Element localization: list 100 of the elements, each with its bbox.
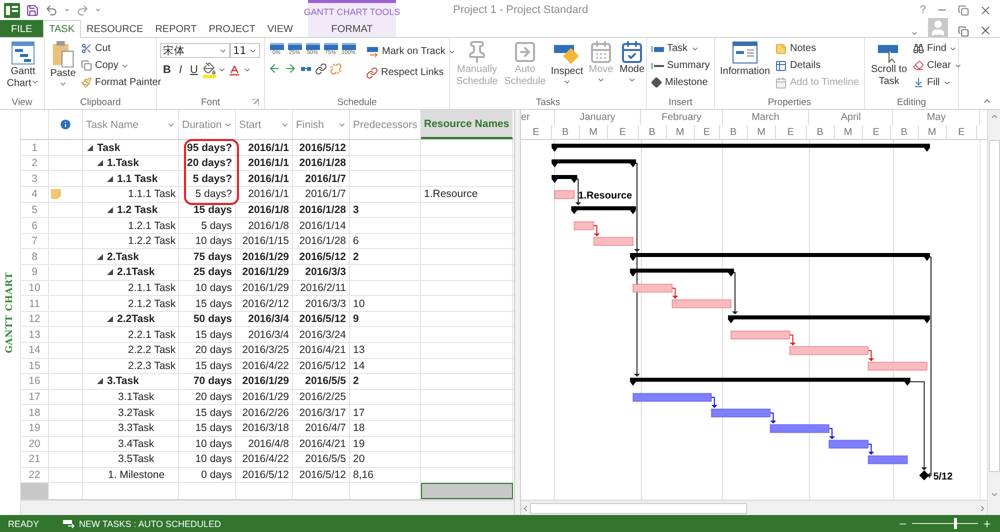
ribbon-tab[interactable]: TASK xyxy=(43,20,81,38)
duration-cell: 20 days xyxy=(194,391,233,404)
mode-button[interactable]: Mode xyxy=(617,40,647,84)
period-label: M xyxy=(589,126,598,138)
predecessors-cell: 18 xyxy=(352,422,366,434)
copy-icon xyxy=(81,60,92,71)
help-button[interactable]: ? xyxy=(920,4,926,16)
copy-button[interactable]: Copy xyxy=(80,57,162,74)
task-row[interactable]: 5 1.2 Task 15 days 2016/1/8 2016/1/28 3 xyxy=(21,202,514,218)
inspect-button[interactable]: Inspect xyxy=(549,40,585,86)
fill-color-icon[interactable] xyxy=(202,62,216,78)
restore-icon[interactable] xyxy=(958,26,969,37)
outline-toggle-icon[interactable] xyxy=(107,316,113,322)
link-icon[interactable] xyxy=(315,62,327,74)
undo-icon[interactable] xyxy=(45,4,58,16)
information-button[interactable]: Information xyxy=(718,40,772,78)
outline-toggle-icon[interactable] xyxy=(107,269,113,276)
ribbon-tab[interactable]: FILE xyxy=(0,20,44,37)
ribbon-tab[interactable]: VIEW xyxy=(261,20,299,37)
outdent-icon[interactable] xyxy=(268,62,281,75)
task-row[interactable]: 2 1.Task 20 days? 2016/1/1 2016/1/28 xyxy=(21,156,514,172)
task-row[interactable]: 20 3.4Task 10 days 2016/4/8 2016/4/21 19 xyxy=(21,436,514,452)
predecessors-cell: 17 xyxy=(352,406,366,419)
find-button[interactable]: Find xyxy=(912,40,963,57)
task-name: 1.2.1 Task xyxy=(127,220,177,232)
finish-cell: 2016/3/17 xyxy=(298,406,347,419)
cut-button[interactable]: Cut xyxy=(80,40,162,57)
close-icon[interactable] xyxy=(979,24,992,37)
zoom-in-icon[interactable] xyxy=(982,518,992,528)
scroll-left-icon[interactable] xyxy=(521,504,530,512)
task-name: 2.1.2 Task xyxy=(127,298,177,310)
font-size-field[interactable]: 11 xyxy=(230,43,260,58)
indent-icon[interactable] xyxy=(284,62,297,75)
save-icon[interactable] xyxy=(26,4,39,16)
outline-toggle-icon[interactable] xyxy=(87,144,93,151)
dialog-launcher-icon[interactable] xyxy=(252,98,259,106)
gantt-chart-button[interactable]: Gantt Chart xyxy=(3,40,43,90)
scroll-up-icon[interactable] xyxy=(990,112,998,121)
task-row[interactable]: 21 3.5Task 10 days 2016/4/22 2016/5/5 20 xyxy=(21,452,514,468)
close-icon[interactable] xyxy=(979,4,992,16)
details-button[interactable]: Details xyxy=(774,57,860,74)
task-row[interactable]: 13 2.2.1 Task 15 days 2016/3/4 2016/3/24 xyxy=(21,327,514,343)
font-color-icon[interactable] xyxy=(228,64,241,76)
outline-toggle-icon[interactable] xyxy=(107,206,113,213)
task-row[interactable]: 18 3.2Task 15 days 2016/2/26 2016/3/17 17 xyxy=(21,405,514,421)
task-row[interactable]: 9 2.1Task 25 days 2016/1/29 2016/3/3 xyxy=(21,265,514,281)
task-row[interactable]: 4 1.1.1 Task 5 days? 2016/1/1 2016/1/7 1.Resource xyxy=(21,187,514,203)
ribbon-tab[interactable]: RESOURCE xyxy=(80,20,150,37)
scroll-down-icon[interactable] xyxy=(990,490,998,499)
task-row[interactable]: 11 2.1.2 Task 15 days 2016/2/12 2016/3/3 10 xyxy=(21,296,514,312)
italic-button[interactable]: I xyxy=(176,64,186,76)
redo-icon[interactable] xyxy=(76,4,89,16)
insert-task-button[interactable]: Task xyxy=(650,40,711,57)
outline-toggle-icon[interactable] xyxy=(97,378,103,384)
task-row[interactable]: 16 3.Task 70 days 2016/1/29 2016/5/5 2 xyxy=(21,374,514,390)
link-arrow xyxy=(732,272,738,314)
paste-button[interactable]: Paste xyxy=(48,40,78,88)
format-painter-button[interactable]: Format Painter xyxy=(80,74,162,91)
notes-button[interactable]: Notes xyxy=(774,40,860,57)
horizontal-scrollbar[interactable] xyxy=(21,500,514,515)
outline-toggle-icon[interactable] xyxy=(97,160,103,166)
ribbon-tab[interactable]: FORMAT xyxy=(308,20,396,37)
link-arrow xyxy=(868,444,874,455)
task-row[interactable]: 19 3.3Task 15 days 2016/3/18 2016/4/7 18 xyxy=(21,420,514,437)
scroll-right-icon[interactable] xyxy=(978,504,987,512)
clear-button[interactable]: Clear xyxy=(912,57,963,74)
task-row[interactable]: 14 2.2.2 Task 20 days 2016/3/25 2016/4/21 13 xyxy=(21,343,514,359)
vertical-scrollbar[interactable] xyxy=(987,110,1000,515)
restore-icon[interactable] xyxy=(958,4,969,16)
period-label: E xyxy=(703,126,710,138)
task-row[interactable]: 6 1.2.1 Task 5 days 2016/1/8 2016/1/14 xyxy=(21,218,514,234)
view-bar-label[interactable]: GANTT CHART xyxy=(5,272,15,354)
ribbon-tab[interactable]: PROJECT xyxy=(202,20,262,37)
scroll-thumb[interactable] xyxy=(988,140,1000,472)
task-row[interactable]: 10 2.1.1 Task 10 days 2016/1/29 2016/2/11 xyxy=(21,280,514,296)
task-row[interactable]: 17 3.1Task 20 days 2016/1/29 2016/2/25 xyxy=(21,390,514,406)
task-row[interactable]: 12 2.2Task 50 days 2016/3/4 2016/5/12 9 xyxy=(21,312,514,328)
start-cell: 2016/3/25 xyxy=(241,344,290,356)
insert-summary-button[interactable]: Summary xyxy=(650,57,711,74)
bold-button[interactable]: B xyxy=(160,64,174,76)
font-name-field[interactable]: 宋体 xyxy=(160,43,230,58)
zoom-slider-thumb[interactable] xyxy=(954,518,957,529)
fill-button[interactable]: Fill xyxy=(912,74,963,91)
task-row[interactable]: 1 Task 95 days? 2016/1/1 2016/5/12 xyxy=(21,140,514,156)
task-row[interactable]: 8 2.Task 75 days 2016/1/29 2016/5/12 2 xyxy=(21,249,514,266)
insert-milestone-button[interactable]: Milestone xyxy=(650,74,711,91)
finish-cell: 2016/1/7 xyxy=(304,172,347,185)
horizontal-scrollbar[interactable] xyxy=(521,500,987,515)
task-row[interactable]: 7 1.2.2 Task 10 days 2016/1/15 2016/1/28 6 xyxy=(21,234,514,250)
outline-toggle-icon[interactable] xyxy=(107,176,113,182)
outline-toggle-icon[interactable] xyxy=(97,254,103,260)
active-cell[interactable] xyxy=(421,483,513,500)
scroll-to-task-button[interactable]: Scroll to Task xyxy=(868,40,910,88)
start-cell: 2016/1/1 xyxy=(247,157,290,170)
underline-button[interactable]: U xyxy=(187,64,201,76)
task-row[interactable]: 15 2.2.3 Task 15 days 2016/4/22 2016/5/12 14 xyxy=(21,358,514,374)
column-header[interactable]: Resource Names xyxy=(421,110,513,140)
task-row[interactable]: 3 1.1 Task 5 days? 2016/1/1 2016/1/7 xyxy=(21,171,514,188)
scroll-thumb[interactable] xyxy=(530,502,747,514)
ribbon-tab[interactable]: REPORT xyxy=(149,20,203,37)
